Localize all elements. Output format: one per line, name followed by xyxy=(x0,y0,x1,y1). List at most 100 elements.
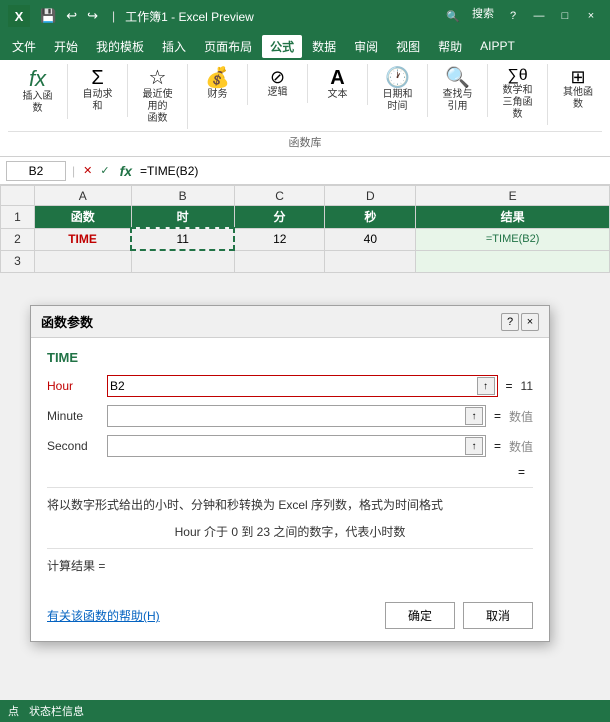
corner-header xyxy=(1,186,35,206)
dialog-footer: 有关该函数的帮助(H) 确定 取消 xyxy=(31,594,549,641)
formula-bar: | ✕ ✓ fx xyxy=(0,157,610,185)
cell-e2[interactable]: =TIME(B2) xyxy=(416,228,610,250)
finance-btn[interactable]: 💰 财务 xyxy=(200,66,236,103)
menu-view[interactable]: 视图 xyxy=(388,35,428,58)
dialog-ok-btn[interactable]: 确定 xyxy=(385,602,455,629)
autosum-btn[interactable]: Σ 自动求和 xyxy=(76,66,119,115)
autosum-label: 自动求和 xyxy=(80,89,115,113)
param-row-hour: Hour ↑ = 11 xyxy=(47,375,533,397)
dialog-param-desc: Hour 介于 0 到 23 之间的数字，代表小时数 xyxy=(47,523,533,540)
ribbon-group-autosum: Σ 自动求和 xyxy=(68,64,128,117)
param-input-hour[interactable] xyxy=(110,379,477,393)
param-input-minute[interactable] xyxy=(110,409,465,423)
lookup-btn[interactable]: 🔍 查找与引用 xyxy=(436,66,479,115)
col-header-d[interactable]: D xyxy=(325,186,416,206)
menu-home[interactable]: 开始 xyxy=(46,35,86,58)
dialog-help-btn[interactable]: ? xyxy=(501,313,519,331)
close-btn[interactable]: × xyxy=(580,5,602,27)
cell-a1[interactable]: 函数 xyxy=(34,206,131,229)
param-value-hour: 11 xyxy=(521,379,533,393)
spreadsheet: A B C D E 1 函数 时 分 秒 结果 xyxy=(0,185,610,273)
math-label: 数学和 三角函数 xyxy=(500,85,535,121)
dialog-description: 将以数字形式给出的小时、分钟和秒转换为 Excel 序列数，格式为时间格式 xyxy=(47,496,533,515)
col-header-a[interactable]: A xyxy=(34,186,131,206)
param-label-minute: Minute xyxy=(47,409,107,423)
menu-insert[interactable]: 插入 xyxy=(154,35,194,58)
math-btn[interactable]: ∑θ 数学和 三角函数 xyxy=(496,66,539,123)
menu-help[interactable]: 帮助 xyxy=(430,35,470,58)
window-title: 工作簿1 - Excel Preview xyxy=(125,8,254,25)
param-input-second-wrap: ↑ xyxy=(107,435,486,457)
function-arguments-dialog: 函数参数 ? × TIME Hour ↑ = 11 Minute xyxy=(30,305,550,642)
param-row-minute: Minute ↑ = 数值 xyxy=(47,405,533,427)
col-header-e[interactable]: E xyxy=(416,186,610,206)
sigma-icon: Σ xyxy=(91,68,103,88)
formula-cancel-btn[interactable]: ✕ xyxy=(81,164,94,177)
ribbon-group-math: ∑θ 数学和 三角函数 xyxy=(488,64,548,125)
param-arrow-second[interactable]: ↑ xyxy=(465,437,483,455)
menu-formula[interactable]: 公式 xyxy=(262,35,302,58)
cell-a3[interactable] xyxy=(34,250,131,272)
menu-review[interactable]: 审阅 xyxy=(346,35,386,58)
help-btn[interactable]: ? xyxy=(502,5,524,27)
search-btn[interactable]: 🔍 xyxy=(442,5,464,27)
cell-b2[interactable]: 11 xyxy=(131,228,234,250)
save-btn[interactable]: 💾 xyxy=(36,6,60,26)
dialog-controls: ? × xyxy=(501,313,539,331)
dialog-close-btn[interactable]: × xyxy=(521,313,539,331)
redo-btn[interactable]: ↪ xyxy=(83,6,102,26)
formula-confirm-btn[interactable]: ✓ xyxy=(98,164,111,177)
cell-d3[interactable] xyxy=(325,250,416,272)
col-header-c[interactable]: C xyxy=(234,186,325,206)
menu-aippt[interactable]: AIPPT xyxy=(472,36,523,56)
dialog-cancel-btn[interactable]: 取消 xyxy=(463,602,533,629)
ribbon: fx 插入函数 Σ 自动求和 ☆ 最近使用的 函数 💰 财务 xyxy=(0,60,610,157)
ribbon-group-other: ⊞ 其他函数 xyxy=(548,64,608,115)
maximize-btn[interactable]: □ xyxy=(554,5,576,27)
table-row: 3 xyxy=(1,250,610,272)
cell-a2[interactable]: TIME xyxy=(34,228,131,250)
cell-c3[interactable] xyxy=(234,250,325,272)
fx-icon: fx xyxy=(29,68,46,90)
lookup-label: 查找与引用 xyxy=(440,89,475,113)
quick-access-toolbar: 💾 ↩ ↪ xyxy=(36,6,102,26)
fx-button[interactable]: fx xyxy=(116,163,136,179)
menu-layout[interactable]: 页面布局 xyxy=(196,35,260,58)
logic-label: 逻辑 xyxy=(268,87,288,99)
text-btn[interactable]: A 文本 xyxy=(320,66,356,103)
param-arrow-hour[interactable]: ↑ xyxy=(477,377,495,395)
param-row-second: Second ↑ = 数值 xyxy=(47,435,533,457)
finance-label: 财务 xyxy=(208,89,228,101)
menu-file[interactable]: 文件 xyxy=(4,35,44,58)
cell-c1[interactable]: 分 xyxy=(234,206,325,229)
cell-e1[interactable]: 结果 xyxy=(416,206,610,229)
cell-e3[interactable] xyxy=(416,250,610,272)
cell-d2[interactable]: 40 xyxy=(325,228,416,250)
col-header-b[interactable]: B xyxy=(131,186,234,206)
cell-d1[interactable]: 秒 xyxy=(325,206,416,229)
undo-btn[interactable]: ↩ xyxy=(62,6,81,26)
recent-funcs-btn[interactable]: ☆ 最近使用的 函数 xyxy=(136,66,179,127)
formula-input[interactable] xyxy=(140,164,604,178)
cell-reference-input[interactable] xyxy=(6,161,66,181)
other-funcs-btn[interactable]: ⊞ 其他函数 xyxy=(556,66,600,113)
insert-function-btn[interactable]: fx 插入函数 xyxy=(16,66,59,117)
param-arrow-minute[interactable]: ↑ xyxy=(465,407,483,425)
dialog-help-link[interactable]: 有关该函数的帮助(H) xyxy=(47,607,160,624)
cell-b3[interactable] xyxy=(131,250,234,272)
menu-templates[interactable]: 我的模板 xyxy=(88,35,152,58)
recent-funcs-label: 最近使用的 函数 xyxy=(140,89,175,125)
logic-icon: ⊘ xyxy=(270,68,285,86)
logic-btn[interactable]: ⊘ 逻辑 xyxy=(260,66,296,101)
menu-data[interactable]: 数据 xyxy=(304,35,344,58)
cell-b1[interactable]: 时 xyxy=(131,206,234,229)
excel-logo: X xyxy=(8,5,30,27)
ribbon-group-fx: fx 插入函数 xyxy=(8,64,68,119)
minimize-btn[interactable]: — xyxy=(528,5,550,27)
title-bar: X 💾 ↩ ↪ | 工作簿1 - Excel Preview 🔍 搜索 ? — … xyxy=(0,0,610,32)
param-input-second[interactable] xyxy=(110,439,465,453)
dialog-calc-result: 计算结果 = xyxy=(47,557,533,574)
param-value-minute: 数值 xyxy=(509,408,533,425)
datetime-btn[interactable]: 🕐 日期和时间 xyxy=(376,66,419,115)
cell-c2[interactable]: 12 xyxy=(234,228,325,250)
